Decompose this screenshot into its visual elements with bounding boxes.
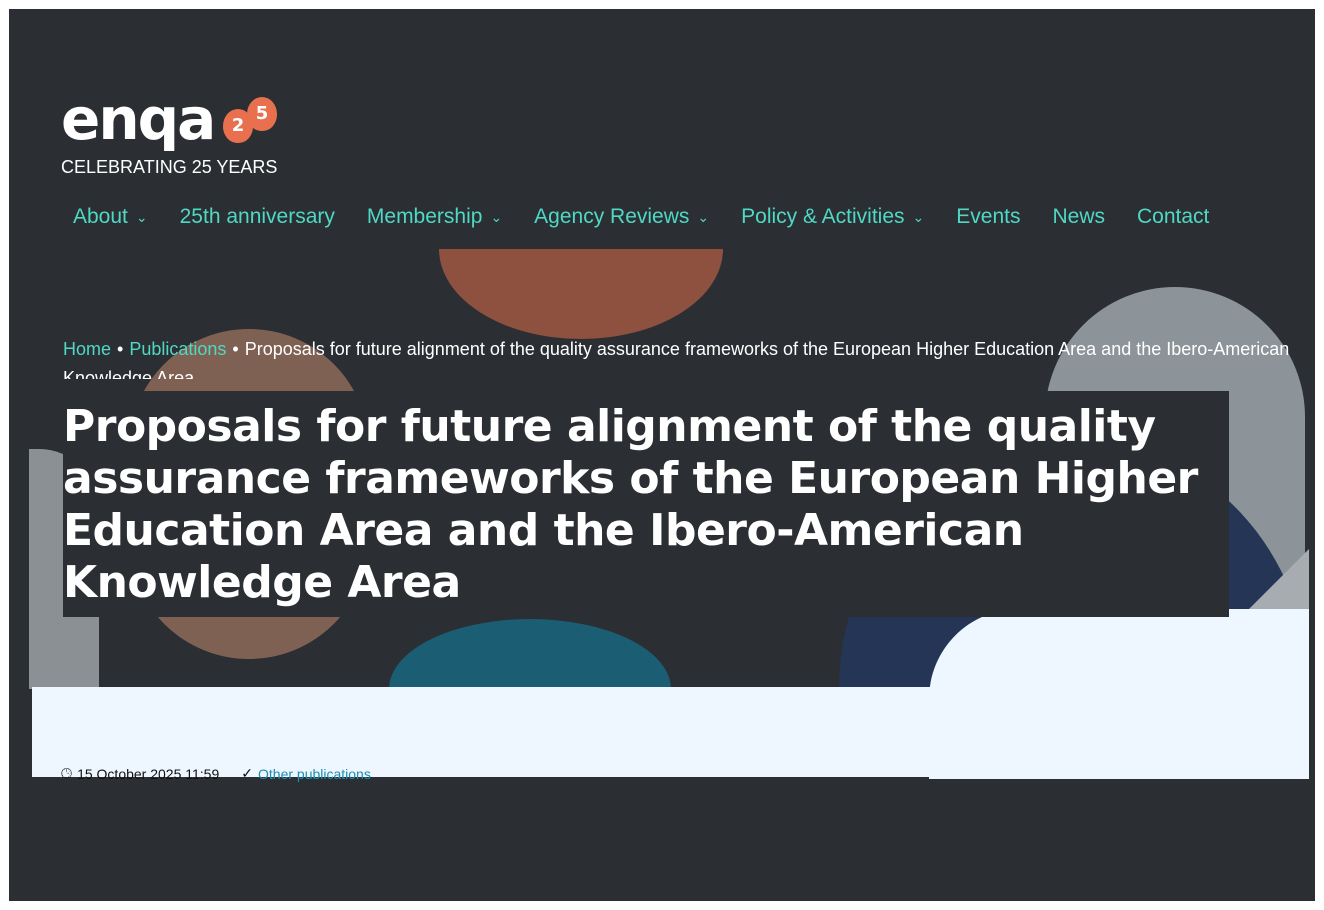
check-circle-icon: ✓ (241, 765, 253, 781)
breadcrumb-current: Proposals for future alignment of the qu… (63, 339, 1290, 379)
nav-item-agency-reviews[interactable]: Agency Reviews ⌄ (534, 205, 709, 229)
clock-icon: 🕒︎ (61, 765, 73, 781)
nav-item-label: Agency Reviews (534, 205, 690, 228)
decorative-shape-light (929, 609, 1309, 779)
page-title: Proposals for future alignment of the qu… (63, 401, 1198, 608)
nav-item-label: News (1052, 205, 1105, 228)
main-navigation: About ⌄ 25th anniversary Membership ⌄ Ag… (73, 205, 1241, 229)
nav-item-label: Policy & Activities (741, 205, 905, 228)
logo-wordmark: enqa (61, 85, 216, 153)
nav-item-policy-activities[interactable]: Policy & Activities ⌄ (741, 205, 924, 229)
nav-item-contact[interactable]: Contact (1137, 205, 1209, 229)
decorative-shape-teal (389, 619, 671, 689)
nav-item-events[interactable]: Events (956, 205, 1020, 229)
page-title-container: Proposals for future alignment of the qu… (63, 391, 1229, 617)
publication-date: 15 October 2025 11:59 (77, 765, 220, 782)
page-frame: enqa 2 5 CELEBRATING 25 YEARS About ⌄ 25… (9, 9, 1315, 901)
chevron-down-icon: ⌄ (490, 208, 503, 225)
nav-item-label: Membership (366, 205, 483, 228)
chevron-down-icon: ⌄ (912, 208, 925, 225)
nav-item-about[interactable]: About ⌄ (73, 205, 148, 229)
decorative-shape-orange (439, 249, 723, 339)
site-logo[interactable]: enqa 2 5 CELEBRATING 25 YEARS (61, 89, 291, 189)
breadcrumb-home-link[interactable]: Home (63, 339, 111, 359)
nav-item-label: Events (956, 205, 1021, 228)
nav-item-label: 25th anniversary (179, 205, 335, 228)
nav-item-membership[interactable]: Membership ⌄ (367, 205, 502, 229)
logo-tagline: CELEBRATING 25 YEARS (61, 157, 278, 177)
nav-item-label: Contact (1136, 205, 1210, 228)
category-link[interactable]: Other publications (258, 766, 371, 782)
breadcrumb: Home • Publications • Proposals for future a… (63, 335, 1303, 379)
publication-meta: 🕒︎ 15 October 2025 11:59 ✓ Other publica… (61, 765, 371, 782)
chevron-down-icon: ⌄ (697, 208, 710, 225)
chevron-down-icon: ⌄ (135, 208, 148, 225)
breadcrumb-separator: • (117, 339, 124, 359)
balloon-digit: 5 (247, 97, 277, 131)
nav-item-label: About (73, 205, 128, 228)
breadcrumb-publications-link[interactable]: Publications (129, 339, 226, 359)
nav-item-25th-anniversary[interactable]: 25th anniversary (180, 205, 335, 229)
breadcrumb-separator: • (232, 339, 239, 359)
nav-item-news[interactable]: News (1052, 205, 1105, 229)
